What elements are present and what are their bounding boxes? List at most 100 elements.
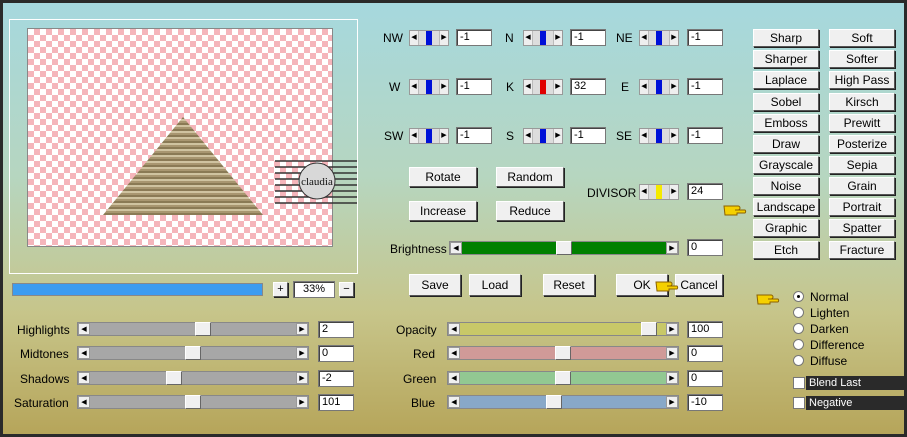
spinner-sw[interactable]: ◀ ▶ [409,128,449,144]
preset-softer-button[interactable]: Softer [829,50,895,68]
brightness-field[interactable]: 0 [687,239,723,256]
arrow-right-icon[interactable]: ▶ [439,80,448,94]
arrow-right-icon[interactable]: ▶ [666,242,678,254]
opacity-slider[interactable]: ◀ ▶ [447,322,679,336]
save-button[interactable]: Save [409,274,461,296]
brightness-slider[interactable]: ◀ ▶ [449,241,679,255]
radio-darken[interactable] [793,323,804,334]
preset-laplace-button[interactable]: Laplace [753,71,819,89]
radio-diffuse[interactable] [793,355,804,366]
preset-spatter-button[interactable]: Spatter [829,219,895,237]
midtones-slider[interactable]: ◀ ▶ [77,346,309,360]
arrow-left-icon[interactable]: ◀ [410,31,419,45]
blue-slider[interactable]: ◀ ▶ [447,395,679,409]
arrow-right-icon[interactable]: ▶ [666,347,678,359]
field-s[interactable]: -1 [570,127,606,144]
increase-button[interactable]: Increase [409,201,477,221]
arrow-right-icon[interactable]: ▶ [553,31,562,45]
arrow-left-icon[interactable]: ◀ [640,31,649,45]
arrow-left-icon[interactable]: ◀ [448,323,460,335]
field-nw[interactable]: -1 [456,29,492,46]
preset-etch-button[interactable]: Etch [753,241,819,259]
field-n[interactable]: -1 [570,29,606,46]
red-slider[interactable]: ◀ ▶ [447,346,679,360]
slider-thumb[interactable] [555,346,571,360]
field-w[interactable]: -1 [456,78,492,95]
preset-draw-button[interactable]: Draw [753,135,819,153]
field-sw[interactable]: -1 [456,127,492,144]
saturation-field[interactable]: 101 [318,394,354,411]
divisor-field[interactable]: 24 [687,183,723,200]
arrow-right-icon[interactable]: ▶ [439,31,448,45]
preset-emboss-button[interactable]: Emboss [753,114,819,132]
highlights-slider[interactable]: ◀ ▶ [77,322,309,336]
arrow-right-icon[interactable]: ▶ [296,372,308,384]
arrow-left-icon[interactable]: ◀ [524,80,533,94]
zoom-in-button[interactable]: + [273,282,288,297]
spinner-e[interactable]: ◀ ▶ [639,79,679,95]
slider-thumb[interactable] [185,395,201,409]
arrow-right-icon[interactable]: ▶ [439,129,448,143]
preset-grayscale-button[interactable]: Grayscale [753,156,819,174]
arrow-left-icon[interactable]: ◀ [448,372,460,384]
preset-soft-button[interactable]: Soft [829,29,895,47]
slider-thumb[interactable] [166,371,182,385]
arrow-right-icon[interactable]: ▶ [296,396,308,408]
preset-fracture-button[interactable]: Fracture [829,241,895,259]
arrow-left-icon[interactable]: ◀ [78,347,90,359]
slider-thumb[interactable] [555,371,571,385]
green-field[interactable]: 0 [687,370,723,387]
rotate-button[interactable]: Rotate [409,167,477,187]
reduce-button[interactable]: Reduce [496,201,564,221]
midtones-field[interactable]: 0 [318,345,354,362]
shadows-field[interactable]: -2 [318,370,354,387]
opacity-field[interactable]: 100 [687,321,723,338]
preset-sepia-button[interactable]: Sepia [829,156,895,174]
arrow-left-icon[interactable]: ◀ [78,323,90,335]
arrow-left-icon[interactable]: ◀ [640,80,649,94]
radio-normal[interactable] [793,291,804,302]
slider-thumb[interactable] [546,395,562,409]
zoom-field[interactable]: 33% [293,281,335,298]
preset-landscape-button[interactable]: Landscape [753,198,819,216]
arrow-left-icon[interactable]: ◀ [524,31,533,45]
slider-thumb[interactable] [556,241,572,255]
preset-portrait-button[interactable]: Portrait [829,198,895,216]
preset-prewitt-button[interactable]: Prewitt [829,114,895,132]
preset-kirsch-button[interactable]: Kirsch [829,93,895,111]
reset-button[interactable]: Reset [543,274,595,296]
preset-graphic-button[interactable]: Graphic [753,219,819,237]
red-field[interactable]: 0 [687,345,723,362]
arrow-left-icon[interactable]: ◀ [448,396,460,408]
shadows-slider[interactable]: ◀ ▶ [77,371,309,385]
spinner-divisor[interactable]: ◀ ▶ [639,184,679,200]
arrow-left-icon[interactable]: ◀ [78,396,90,408]
radio-difference[interactable] [793,339,804,350]
spinner-n[interactable]: ◀ ▶ [523,30,563,46]
preset-sharp-button[interactable]: Sharp [753,29,819,47]
arrow-right-icon[interactable]: ▶ [669,129,678,143]
arrow-right-icon[interactable]: ▶ [296,323,308,335]
spinner-nw[interactable]: ◀ ▶ [409,30,449,46]
spinner-s[interactable]: ◀ ▶ [523,128,563,144]
arrow-left-icon[interactable]: ◀ [524,129,533,143]
field-se[interactable]: -1 [687,127,723,144]
arrow-right-icon[interactable]: ▶ [666,323,678,335]
arrow-right-icon[interactable]: ▶ [666,372,678,384]
arrow-left-icon[interactable]: ◀ [410,129,419,143]
blue-field[interactable]: -10 [687,394,723,411]
saturation-slider[interactable]: ◀ ▶ [77,395,309,409]
arrow-right-icon[interactable]: ▶ [553,129,562,143]
arrow-right-icon[interactable]: ▶ [296,347,308,359]
negative-checkbox[interactable] [793,397,805,409]
arrow-left-icon[interactable]: ◀ [450,242,462,254]
zoom-out-button[interactable]: − [339,282,354,297]
arrow-left-icon[interactable]: ◀ [78,372,90,384]
spinner-k[interactable]: ◀ ▶ [523,79,563,95]
preset-highpass-button[interactable]: High Pass [829,71,895,89]
load-button[interactable]: Load [469,274,521,296]
arrow-left-icon[interactable]: ◀ [410,80,419,94]
preset-grain-button[interactable]: Grain [829,177,895,195]
preset-sobel-button[interactable]: Sobel [753,93,819,111]
field-k[interactable]: 32 [570,78,606,95]
